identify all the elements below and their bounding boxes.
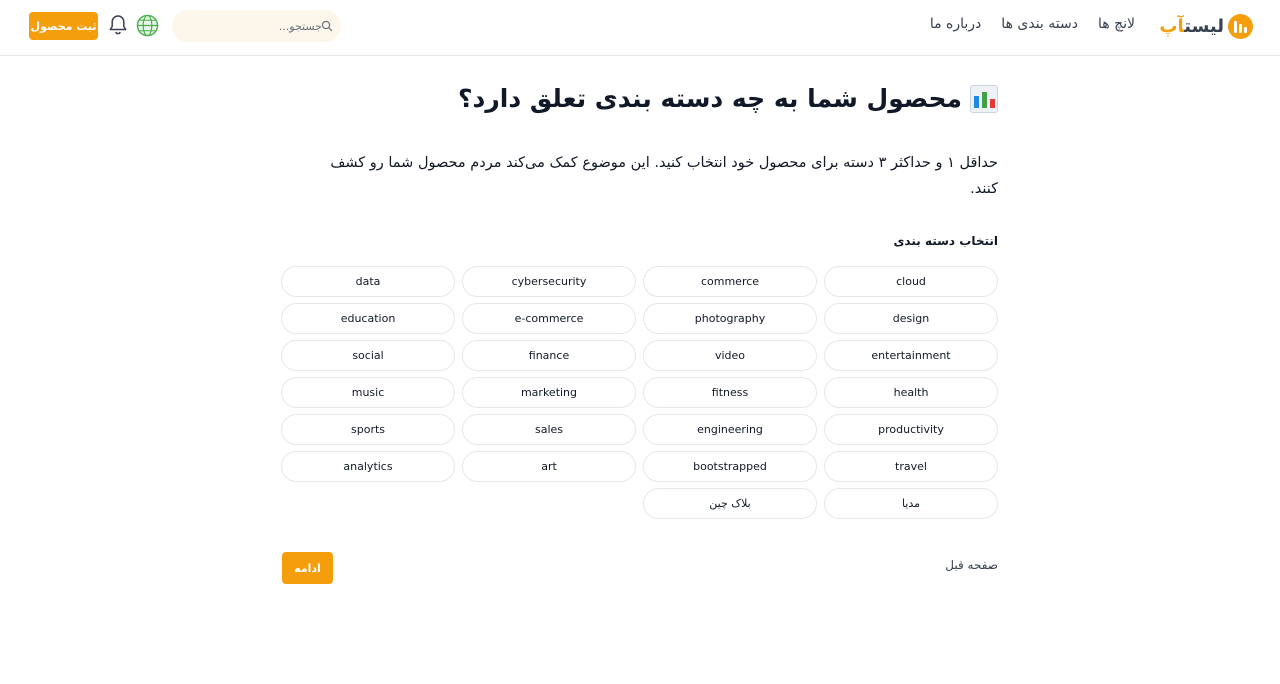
category-chip[interactable]: photography bbox=[643, 303, 817, 334]
nav-about[interactable]: درباره ما bbox=[930, 14, 981, 34]
category-chip[interactable]: sales bbox=[462, 414, 636, 445]
notification-bell-icon[interactable] bbox=[108, 14, 128, 36]
search-icon bbox=[321, 20, 333, 32]
category-section-label: انتخاب دسته بندی bbox=[893, 234, 998, 248]
category-chip[interactable]: education bbox=[281, 303, 455, 334]
logo-icon bbox=[1228, 13, 1253, 39]
submit-product-button[interactable]: ثبت محصول bbox=[29, 12, 98, 40]
previous-page-link[interactable]: صفحه قبل bbox=[945, 558, 998, 572]
bar-chart-icon bbox=[970, 84, 998, 113]
category-chip[interactable]: analytics bbox=[281, 451, 455, 482]
page-description: حداقل ۱ و حداکثر ۳ دسته برای محصول خود ا… bbox=[330, 155, 998, 197]
category-chip[interactable]: marketing bbox=[462, 377, 636, 408]
category-grid: cloud commerce cybersecurity data design… bbox=[281, 266, 998, 519]
category-chip[interactable]: entertainment bbox=[824, 340, 998, 371]
logo-text: لیستآپ bbox=[1159, 15, 1224, 37]
nav-launches[interactable]: لانچ ها bbox=[1098, 14, 1135, 34]
category-chip[interactable]: social bbox=[281, 340, 455, 371]
category-chip[interactable]: travel bbox=[824, 451, 998, 482]
category-chip[interactable]: cybersecurity bbox=[462, 266, 636, 297]
category-chip[interactable]: مدیا bbox=[824, 488, 998, 519]
category-chip[interactable]: e-commerce bbox=[462, 303, 636, 334]
category-chip[interactable]: finance bbox=[462, 340, 636, 371]
top-navbar: لیستآپ لانچ ها دسته بندی ها درباره ما ثب… bbox=[0, 0, 1280, 56]
category-chip[interactable]: bootstrapped bbox=[643, 451, 817, 482]
page-title-text: محصول شما به چه دسته بندی تعلق دارد؟ bbox=[458, 84, 962, 113]
category-chip[interactable]: productivity bbox=[824, 414, 998, 445]
logo[interactable]: لیستآپ bbox=[1159, 12, 1253, 40]
nav-categories[interactable]: دسته بندی ها bbox=[1001, 14, 1078, 34]
category-chip[interactable]: video bbox=[643, 340, 817, 371]
search-input[interactable] bbox=[182, 10, 322, 42]
search-box[interactable] bbox=[172, 10, 341, 42]
page-title: محصول شما به چه دسته بندی تعلق دارد؟ bbox=[458, 84, 998, 113]
category-chip[interactable]: fitness bbox=[643, 377, 817, 408]
category-chip[interactable]: health bbox=[824, 377, 998, 408]
category-chip[interactable]: engineering bbox=[643, 414, 817, 445]
language-globe-icon[interactable] bbox=[136, 14, 159, 37]
category-chip[interactable]: sports bbox=[281, 414, 455, 445]
category-chip[interactable]: cloud bbox=[824, 266, 998, 297]
category-chip[interactable]: music bbox=[281, 377, 455, 408]
category-chip[interactable]: design bbox=[824, 303, 998, 334]
continue-button[interactable]: ادامه bbox=[282, 552, 333, 584]
category-chip[interactable]: commerce bbox=[643, 266, 817, 297]
category-chip[interactable]: art bbox=[462, 451, 636, 482]
main-nav: لانچ ها دسته بندی ها درباره ما bbox=[930, 14, 1135, 34]
category-chip[interactable]: data bbox=[281, 266, 455, 297]
category-chip[interactable]: بلاک چین bbox=[643, 488, 817, 519]
